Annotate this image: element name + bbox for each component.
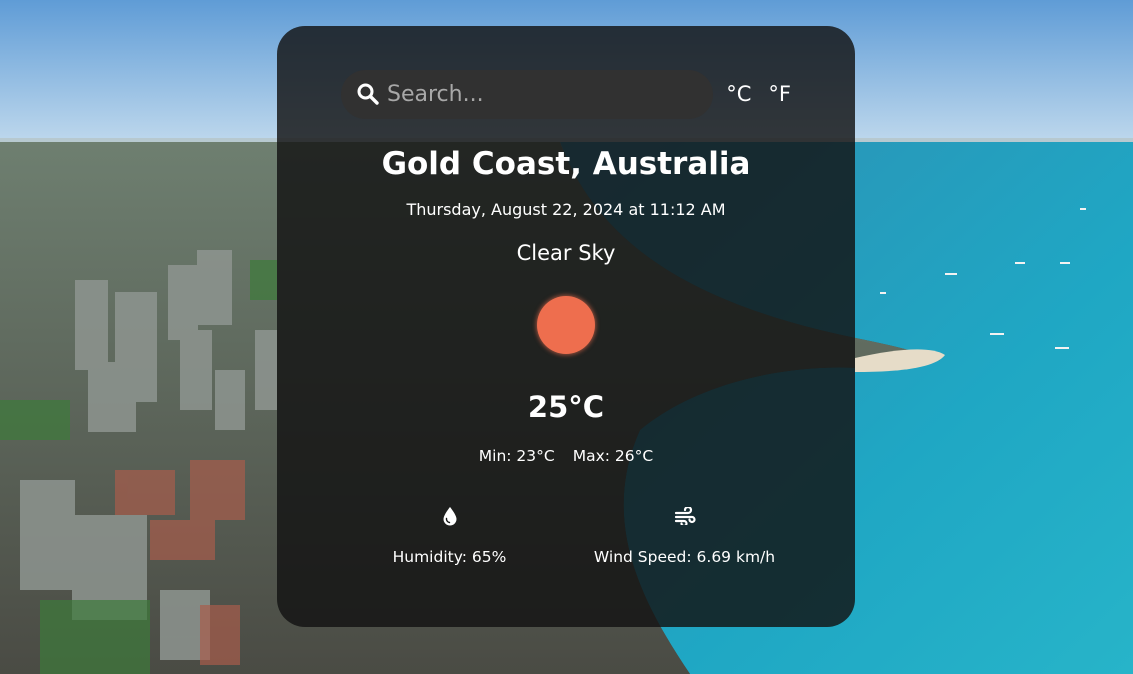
date-time: Thursday, August 22, 2024 at 11:12 AM [406, 200, 726, 219]
sun-icon [537, 296, 595, 354]
weather-condition: Clear Sky [516, 241, 616, 265]
search-row: °C °F [341, 69, 791, 119]
search-box [341, 69, 714, 119]
search-input[interactable] [387, 69, 714, 119]
humidity-stat: Humidity: 65% [377, 504, 522, 566]
temperature: 25°C [527, 390, 605, 424]
fahrenheit-button[interactable]: °F [768, 82, 791, 106]
humidity-label: Humidity: 65% [392, 548, 507, 566]
city-name: Gold Coast, Australia [381, 146, 751, 182]
celsius-button[interactable]: °C [726, 82, 751, 106]
droplet-icon [377, 504, 522, 528]
wind-speed-label: Wind Speed: 6.69 km/h [593, 548, 776, 566]
min-temperature: Min: 23°C [478, 447, 555, 465]
min-max-temperature: Min: 23°C Max: 26°C [277, 447, 855, 465]
weather-card: °C °F Gold Coast, Australia Thursday, Au… [277, 26, 855, 627]
wind-icon [577, 504, 792, 528]
search-icon[interactable] [341, 70, 387, 119]
wind-stat: Wind Speed: 6.69 km/h [577, 504, 792, 566]
max-temperature: Max: 26°C [572, 447, 654, 465]
